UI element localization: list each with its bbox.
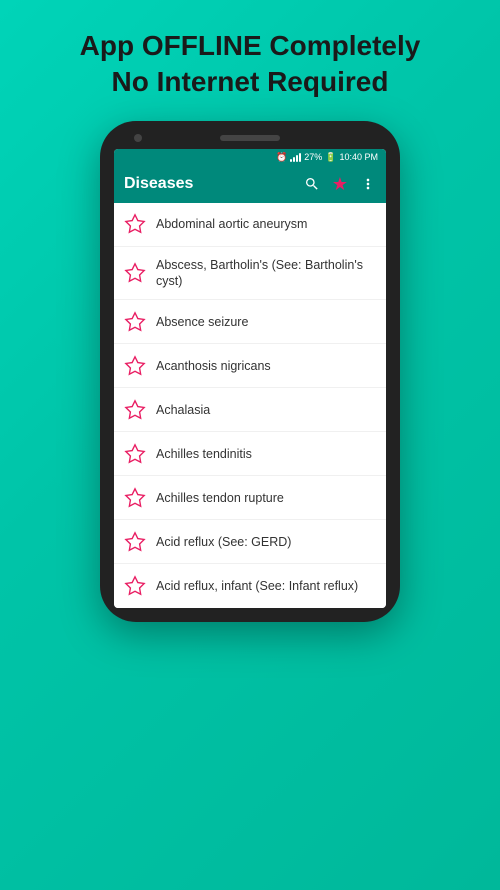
favorite-star-icon[interactable] bbox=[124, 487, 146, 509]
disease-name-label: Absence seizure bbox=[156, 314, 248, 330]
disease-name-label: Acanthosis nigricans bbox=[156, 358, 271, 374]
disease-name-label: Achalasia bbox=[156, 402, 210, 418]
disease-name-label: Acid reflux, infant (See: Infant reflux) bbox=[156, 578, 358, 594]
battery-percent: 27% bbox=[304, 152, 322, 162]
favorite-star-icon[interactable] bbox=[124, 355, 146, 377]
disease-list-item[interactable]: Achalasia bbox=[114, 388, 386, 432]
phone-top bbox=[114, 135, 386, 141]
favorite-star-icon[interactable] bbox=[124, 531, 146, 553]
favorite-star-icon[interactable] bbox=[124, 311, 146, 333]
favorite-star-icon[interactable] bbox=[124, 262, 146, 284]
disease-list-item[interactable]: Absence seizure bbox=[114, 300, 386, 344]
disease-list-item[interactable]: Abscess, Bartholin's (See: Bartholin's c… bbox=[114, 247, 386, 301]
disease-list-item[interactable]: Acid reflux (See: GERD) bbox=[114, 520, 386, 564]
phone-screen: ⏰ 27% 🔋 10:40 PM Diseases bbox=[114, 149, 386, 609]
header-banner: App OFFLINE Completely No Internet Requi… bbox=[60, 0, 441, 121]
status-bar: ⏰ 27% 🔋 10:40 PM bbox=[114, 149, 386, 166]
favorite-star-icon[interactable] bbox=[124, 575, 146, 597]
header-line2: No Internet Required bbox=[112, 66, 389, 97]
alarm-icon: ⏰ bbox=[276, 152, 287, 163]
battery-icon: 🔋 bbox=[325, 152, 336, 163]
app-title: Diseases bbox=[124, 175, 193, 193]
more-options-icon[interactable] bbox=[360, 176, 376, 192]
disease-list-item[interactable]: Acid reflux, infant (See: Infant reflux) bbox=[114, 564, 386, 608]
favorites-star-icon[interactable]: ★ bbox=[332, 174, 348, 195]
favorite-star-icon[interactable] bbox=[124, 399, 146, 421]
app-bar-icons: ★ bbox=[304, 174, 376, 195]
time-display: 10:40 PM bbox=[339, 152, 378, 162]
disease-name-label: Abscess, Bartholin's (See: Bartholin's c… bbox=[156, 257, 376, 290]
header-line1: App OFFLINE Completely bbox=[80, 30, 421, 61]
status-icons: ⏰ 27% 🔋 10:40 PM bbox=[276, 152, 378, 163]
disease-name-label: Acid reflux (See: GERD) bbox=[156, 534, 291, 550]
disease-list-item[interactable]: Acanthosis nigricans bbox=[114, 344, 386, 388]
phone-speaker bbox=[220, 135, 280, 141]
disease-name-label: Achilles tendon rupture bbox=[156, 490, 284, 506]
disease-list-item[interactable]: Achilles tendinitis bbox=[114, 432, 386, 476]
disease-list: Abdominal aortic aneurysm Abscess, Bartho… bbox=[114, 203, 386, 609]
app-bar: Diseases ★ bbox=[114, 166, 386, 203]
disease-name-label: Achilles tendinitis bbox=[156, 446, 252, 462]
search-icon[interactable] bbox=[304, 176, 320, 192]
disease-list-item[interactable]: Abdominal aortic aneurysm bbox=[114, 203, 386, 247]
signal-bars bbox=[290, 152, 301, 162]
disease-name-label: Abdominal aortic aneurysm bbox=[156, 216, 307, 232]
phone-camera bbox=[134, 134, 142, 142]
phone-mockup: ⏰ 27% 🔋 10:40 PM Diseases bbox=[100, 121, 400, 623]
disease-list-item[interactable]: Achilles tendon rupture bbox=[114, 476, 386, 520]
favorite-star-icon[interactable] bbox=[124, 213, 146, 235]
favorite-star-icon[interactable] bbox=[124, 443, 146, 465]
